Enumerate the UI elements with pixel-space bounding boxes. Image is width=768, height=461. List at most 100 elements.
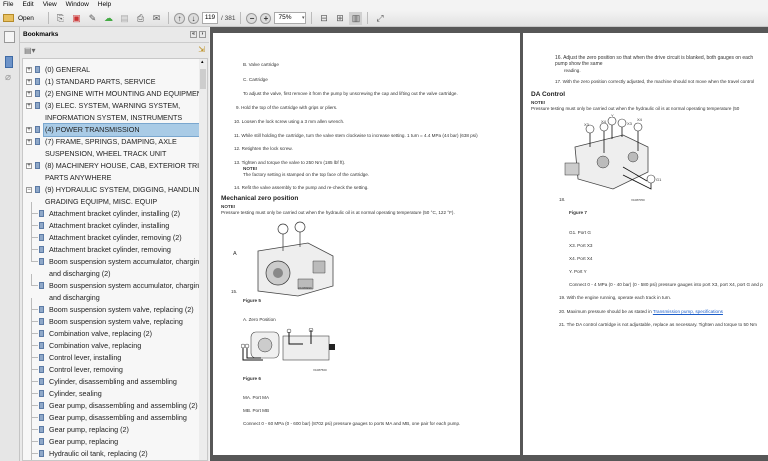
expand-icon[interactable]: +: [26, 163, 32, 169]
tree-line: [31, 238, 38, 250]
tree-line: [31, 370, 38, 382]
label-x3: X3: [627, 121, 632, 126]
two-page-view-icon[interactable]: ▥: [349, 11, 363, 25]
bookmarks-panel: Bookmarks « › ▤▾ ⇲ Hydraulic oil tank, r…: [20, 27, 209, 461]
open-button[interactable]: Open: [3, 14, 43, 22]
email-icon[interactable]: ✉: [150, 12, 163, 25]
previous-page-button[interactable]: ↑: [174, 12, 185, 24]
zoom-in-button[interactable]: +: [260, 12, 272, 24]
zoom-select[interactable]: 75% ▾: [274, 12, 307, 24]
expand-icon[interactable]: +: [26, 91, 32, 97]
panel-menu-button[interactable]: ›: [199, 31, 206, 38]
folder-icon: [3, 14, 14, 22]
bookmark-icon: [35, 66, 40, 73]
label-y: Y: [611, 113, 614, 118]
fit-width-icon[interactable]: ⊞: [333, 12, 346, 25]
menu-edit[interactable]: Edit: [22, 0, 33, 10]
bookmark-icon: [39, 378, 44, 385]
step-14: 14. Refit the valve assembly to the pump…: [234, 185, 369, 190]
tree-line: [31, 202, 38, 214]
pages-icon[interactable]: [4, 31, 15, 43]
fit-page-icon[interactable]: ⊟: [317, 12, 330, 25]
attachments-icon[interactable]: ⌀: [5, 72, 11, 83]
collapse-panel-button[interactable]: «: [190, 31, 197, 38]
bookmark-icon: [39, 414, 44, 421]
bookmark-label: Boom suspension system valve, replacing: [49, 317, 183, 326]
full-screen-icon[interactable]: ⤢: [373, 12, 386, 25]
tree-line: [31, 214, 38, 226]
bookmark-icon: [35, 162, 40, 169]
next-page-button[interactable]: ↓: [188, 12, 199, 24]
note-label: NOTE!: [531, 100, 546, 105]
bookmark-icon: [35, 126, 40, 133]
text: C. Cartridge: [243, 77, 268, 82]
pdf-page-left: B. Valve cartridge C. Cartridge To adjus…: [213, 33, 520, 455]
divider: [240, 12, 242, 24]
bookmark-icon: [39, 258, 44, 265]
tree-line: [31, 274, 38, 286]
bookmark-label: Boom suspension system accumulator, char…: [49, 257, 204, 266]
scrollbar-thumb[interactable]: [200, 69, 206, 89]
expand-icon[interactable]: +: [26, 79, 32, 85]
tree-line: [31, 334, 38, 346]
bookmark-label: (2) ENGINE WITH MOUNTING AND EQUIPMENT: [45, 89, 207, 98]
bookmark-label: Control lever, installing: [49, 353, 122, 362]
figure-code: V1087050: [631, 198, 645, 202]
menu-view[interactable]: View: [43, 0, 57, 10]
save-icon[interactable]: ▤: [118, 12, 131, 25]
edit-icon[interactable]: ✎: [86, 12, 99, 25]
cloud-upload-icon[interactable]: ☁: [102, 12, 115, 25]
divider: [311, 12, 313, 24]
zoom-out-button[interactable]: −: [246, 12, 258, 24]
text: MB. Port MB: [243, 408, 270, 413]
section-heading: Mechanical zero position: [221, 195, 299, 202]
print-icon[interactable]: ⎙: [134, 12, 147, 25]
menu-window[interactable]: Window: [66, 0, 89, 10]
step-16: 16. Adjust the zero position so that whe…: [555, 55, 754, 67]
bookmarks-icon[interactable]: [5, 56, 13, 68]
text: Connect 0 - 60 MPa (0 - 600 bar) (8702 p…: [243, 421, 461, 426]
expand-icon[interactable]: +: [26, 139, 32, 145]
tree-line: [31, 310, 38, 322]
bookmark-label: Control lever, removing: [49, 365, 123, 374]
tree-line: [31, 346, 38, 358]
figure-caption: Figure 5: [243, 298, 261, 303]
collapse-icon[interactable]: −: [26, 187, 32, 193]
bookmark-options-icon[interactable]: ▤▾: [24, 46, 36, 55]
bookmark-label: (8) MACHINERY HOUSE, CAB, EXTERIOR TRIM: [45, 161, 206, 170]
bookmark-icon: [39, 246, 44, 253]
expand-bookmark-icon[interactable]: ⇲: [198, 45, 205, 54]
menu-file[interactable]: File: [3, 0, 13, 10]
scrollbar[interactable]: ▴: [199, 59, 207, 460]
tree-line: [31, 418, 38, 430]
bookmark-icon: [39, 234, 44, 241]
page-number-input[interactable]: 119: [202, 12, 218, 24]
combine-files-icon[interactable]: ▣: [70, 12, 83, 25]
bookmark-icon: [39, 306, 44, 313]
bookmark-icon: [39, 210, 44, 217]
bookmark-label: Boom suspension system accumulator, char…: [49, 281, 204, 290]
bookmark-label-continued: and discharging (2): [49, 269, 111, 278]
bookmark-label: (7) FRAME, SPRINGS, DAMPING, AXLE: [45, 137, 177, 146]
figure-code: V1087500: [313, 368, 327, 372]
bookmark-label-continued: GRADING EQUIPM, MISC. EQUIP: [45, 197, 158, 206]
bookmark-icon: [39, 354, 44, 361]
tree-line: [31, 442, 38, 454]
menu-help[interactable]: Help: [98, 0, 111, 10]
expand-icon[interactable]: +: [26, 103, 32, 109]
note-label: NOTE!: [243, 166, 258, 171]
bookmark-icon: [39, 438, 44, 445]
bookmark-icon: [35, 78, 40, 85]
expand-icon[interactable]: +: [26, 67, 32, 73]
bookmark-icon: [39, 366, 44, 373]
expand-icon[interactable]: +: [26, 127, 32, 133]
scroll-up-icon[interactable]: ▴: [201, 59, 204, 65]
bookmark-icon: [39, 282, 44, 289]
panel-title: Bookmarks: [23, 31, 59, 38]
create-pdf-icon[interactable]: ⎘: [54, 12, 67, 25]
document-view[interactable]: B. Valve cartridge C. Cartridge To adjus…: [210, 27, 768, 461]
bookmark-icon: [39, 426, 44, 433]
bookmark-icon: [39, 450, 44, 457]
chevron-down-icon[interactable]: ▾: [302, 13, 305, 23]
specifications-link[interactable]: Transmission pump, specifications: [653, 309, 723, 314]
